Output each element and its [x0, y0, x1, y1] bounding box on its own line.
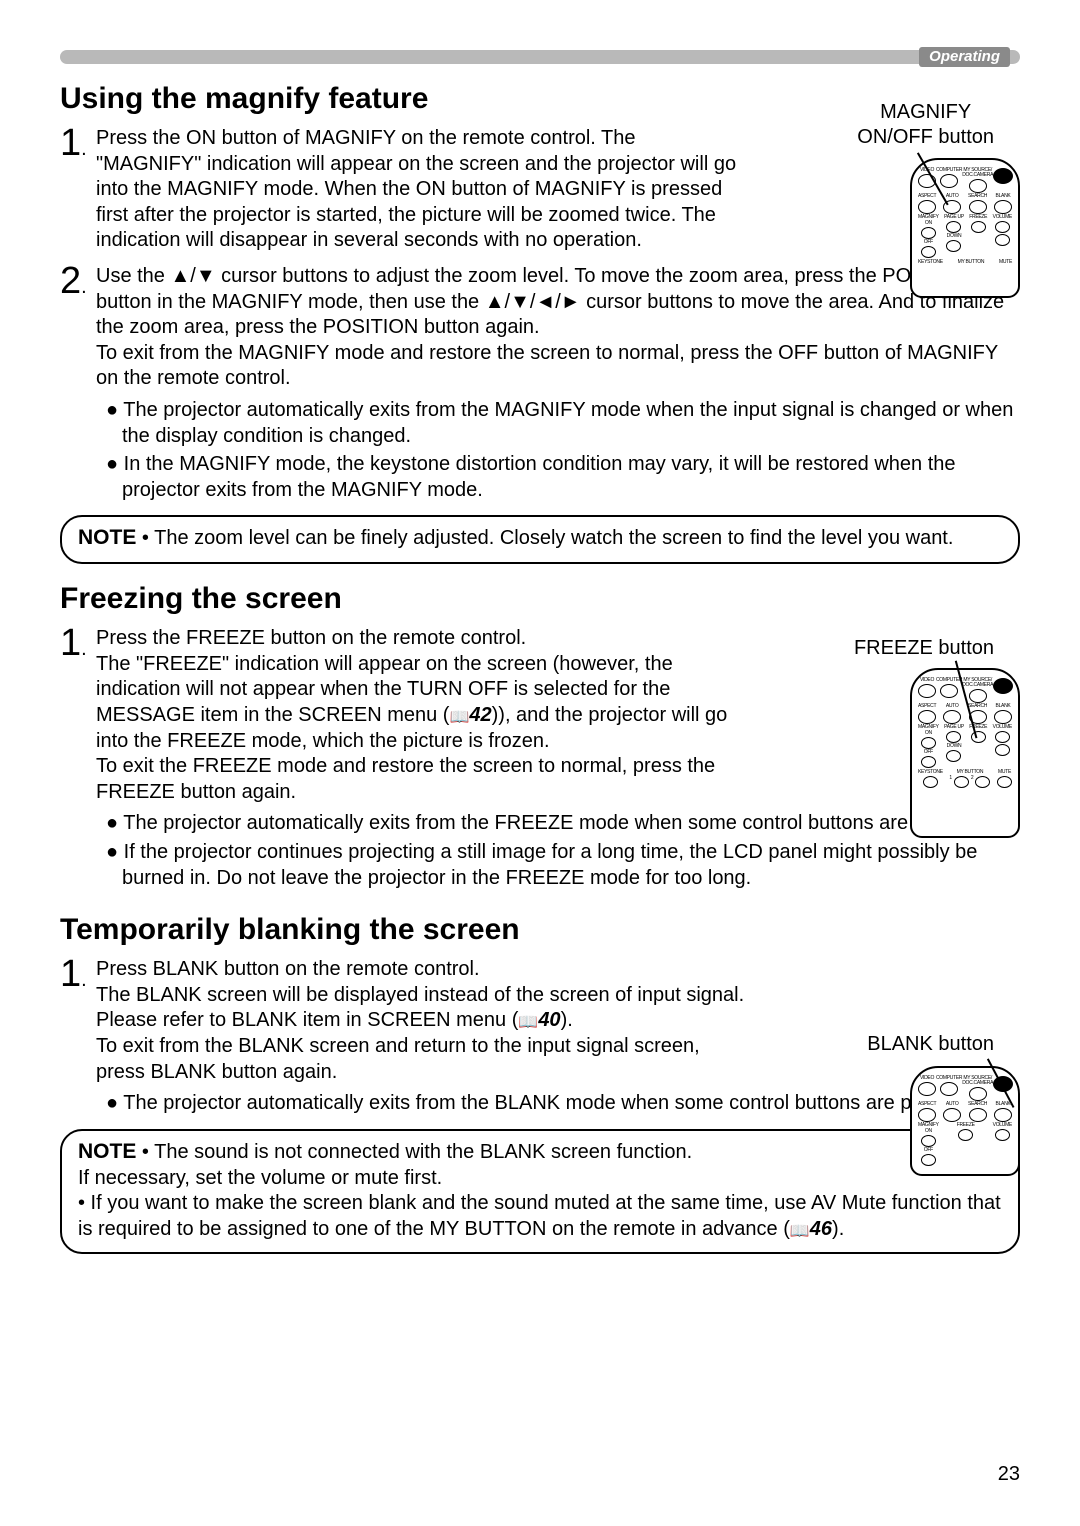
remote-btn: [971, 221, 986, 233]
remote-btn: [994, 710, 1012, 724]
magnify-button-label: MAGNIFY ON/OFF button: [857, 100, 994, 150]
remote-btn: [943, 1108, 961, 1122]
remote-btn: [918, 684, 936, 698]
remote-btn: [921, 1154, 936, 1166]
step-text: Use the ▲/▼ cursor buttons to adjust the…: [96, 260, 1020, 392]
remote-btn: [921, 246, 936, 258]
remote-btn: [969, 689, 987, 703]
remote-diagram-magnify: VIDEO COMPUTER MY SOURCE/ DOC.CAMERA ASP…: [910, 158, 1020, 298]
remote-btn: [995, 744, 1010, 756]
remote-btn: [946, 221, 961, 233]
list-item: In the MAGNIFY mode, the keystone distor…: [106, 452, 1020, 503]
remote-btn: [995, 1129, 1010, 1141]
blank-bullets: The projector automatically exits from t…: [60, 1091, 1020, 1117]
magnify-bullets: The projector automatically exits from t…: [60, 398, 1020, 503]
list-item: The projector automatically exits from t…: [106, 398, 1020, 449]
remote-btn: [995, 731, 1010, 743]
remote-btn: [923, 776, 938, 788]
freeze-title: Freezing the screen: [60, 582, 1020, 616]
step-number: 1.: [60, 622, 96, 662]
power-icon: [993, 678, 1013, 694]
remote-btn: [994, 1108, 1012, 1122]
power-icon: [993, 168, 1013, 184]
remote-btn: [995, 221, 1010, 233]
note-text: • The sound is not connected with the BL…: [78, 1141, 1001, 1240]
note-text: • The zoom level can be finely adjusted.…: [136, 527, 953, 549]
magnify-step-2: 2. Use the ▲/▼ cursor buttons to adjust …: [60, 260, 1020, 392]
section-header: Operating: [919, 47, 1010, 67]
remote-btn: [958, 1129, 973, 1141]
remote-btn: [921, 756, 936, 768]
remote-btn: [921, 737, 936, 749]
magnify-note: NOTE • The zoom level can be finely adju…: [60, 515, 1020, 564]
remote-btn: [975, 776, 990, 788]
book-icon: [449, 704, 469, 726]
remote-btn: [994, 200, 1012, 214]
book-icon: [518, 1009, 538, 1031]
remote-btn: [954, 776, 969, 788]
remote-btn: [921, 1135, 936, 1147]
step-number: 1.: [60, 953, 96, 993]
remote-btn: [997, 776, 1012, 788]
freeze-button-label: FREEZE button: [854, 636, 994, 661]
remote-btn: [918, 200, 936, 214]
remote-btn: [918, 710, 936, 724]
list-item: The projector automatically exits from t…: [106, 811, 1020, 837]
freeze-bullets: The projector automatically exits from t…: [60, 811, 1020, 891]
list-item: If the projector continues projecting a …: [106, 840, 1020, 891]
remote-btn: [969, 179, 987, 193]
remote-btn: [918, 1082, 936, 1096]
remote-btn: [969, 1087, 987, 1101]
blank-button-label: BLANK button: [867, 1032, 994, 1057]
page-number: 23: [998, 1463, 1020, 1486]
list-item: The projector automatically exits from t…: [106, 1091, 1020, 1117]
remote-btn: [940, 174, 958, 188]
remote-btn: [918, 1108, 936, 1122]
remote-btn: [946, 731, 961, 743]
blank-step-1: 1. Press BLANK button on the remote cont…: [60, 953, 1020, 1085]
remote-btn: [946, 750, 961, 762]
remote-btn: [940, 684, 958, 698]
remote-btn: [971, 731, 986, 743]
note-label: NOTE: [78, 526, 136, 549]
remote-btn: [921, 227, 936, 239]
note-label: NOTE: [78, 1140, 136, 1163]
remote-btn: [995, 234, 1010, 246]
step-number: 1.: [60, 122, 96, 162]
remote-btn: [969, 1108, 987, 1122]
remote-btn: [946, 240, 961, 252]
header-bar: Operating: [60, 50, 1020, 64]
blank-note: NOTE • The sound is not connected with t…: [60, 1129, 1020, 1255]
step-number: 2.: [60, 260, 96, 300]
remote-btn: [969, 200, 987, 214]
remote-btn: [940, 1082, 958, 1096]
remote-diagram-blank: VIDEO COMPUTER MY SOURCE/ DOC.CAMERA ASP…: [910, 1066, 1020, 1176]
step-text: Press BLANK button on the remote control…: [96, 953, 746, 1085]
remote-btn: [943, 710, 961, 724]
step-text: Press the ON button of MAGNIFY on the re…: [96, 122, 746, 254]
blank-title: Temporarily blanking the screen: [60, 913, 1020, 947]
step-text: Press the FREEZE button on the remote co…: [96, 622, 746, 805]
book-icon: [790, 1218, 810, 1240]
